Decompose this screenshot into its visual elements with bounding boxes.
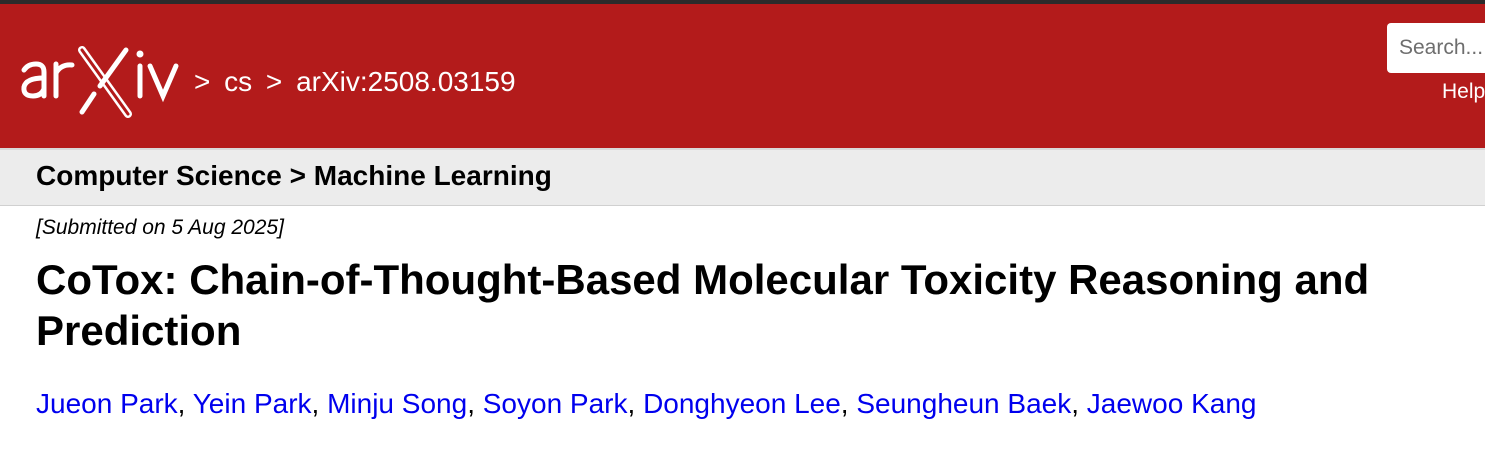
author-separator: , (627, 388, 644, 419)
author-link[interactable]: Soyon Park (483, 388, 628, 419)
subject-bar: Computer Science > Machine Learning (0, 148, 1485, 206)
breadcrumb-paper-id: arXiv:2508.03159 (296, 66, 516, 97)
breadcrumb-archive-link[interactable]: cs (224, 66, 252, 97)
breadcrumb-separator: > (265, 66, 283, 97)
submission-date: [Submitted on 5 Aug 2025] (36, 216, 284, 239)
site-header: > cs > arXiv:2508.03159 Search... Help (0, 4, 1485, 148)
author-separator: , (177, 388, 193, 419)
paper-title: CoTox: Chain-of-Thought-Based Molecular … (36, 256, 1370, 354)
author-list: Jueon Park, Yein Park, Minju Song, Soyon… (36, 388, 1256, 420)
subject-breadcrumb: Computer Science > Machine Learning (36, 160, 552, 191)
author-link[interactable]: Minju Song (327, 388, 467, 419)
author-separator: , (311, 388, 328, 419)
author-link[interactable]: Jueon Park (36, 388, 178, 419)
breadcrumb-separator: > (194, 66, 211, 97)
author-link[interactable]: Jaewoo Kang (1087, 388, 1257, 419)
author-separator: , (467, 388, 483, 419)
author-link[interactable]: Yein Park (193, 388, 312, 419)
help-link[interactable]: Help (1442, 80, 1485, 104)
author-separator: , (1071, 388, 1087, 419)
breadcrumb: > cs > arXiv:2508.03159 (194, 66, 516, 98)
author-link[interactable]: Donghyeon Lee (643, 388, 841, 419)
arxiv-logo[interactable] (16, 40, 188, 118)
author-separator: , (840, 388, 857, 419)
search-input[interactable]: Search... (1387, 23, 1485, 73)
author-link[interactable]: Seungheun Baek (856, 388, 1071, 419)
